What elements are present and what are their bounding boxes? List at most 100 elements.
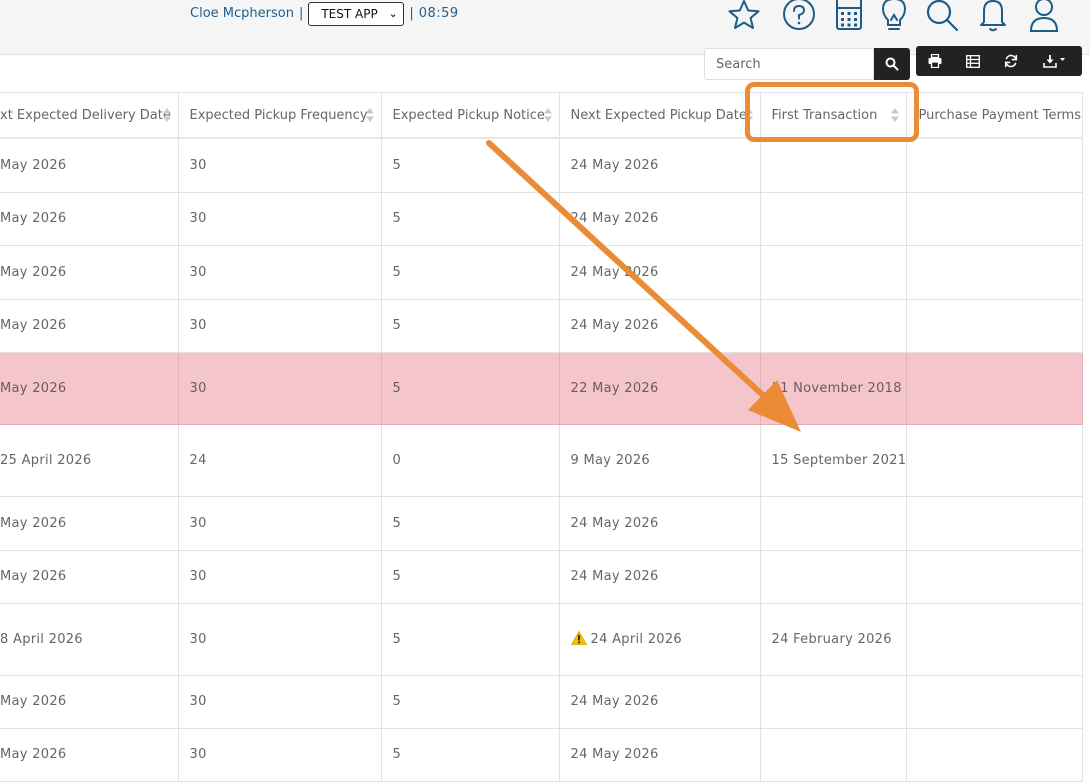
- user-icon[interactable]: [1025, 0, 1063, 34]
- cell-value: 30: [189, 157, 207, 173]
- table-cell: 5: [381, 496, 560, 551]
- table-cell: [760, 299, 907, 353]
- table-row[interactable]: May 2026 30 5 24 May 2026: [0, 245, 1083, 300]
- table-row[interactable]: May 2026 30 5 24 May 2026: [0, 299, 1083, 353]
- table-toolbar: [916, 46, 1082, 76]
- table-row[interactable]: May 2026 30 5 24 May 2026: [0, 192, 1083, 246]
- refresh-button[interactable]: [992, 46, 1030, 76]
- table-cell: 11 November 2018: [760, 352, 907, 425]
- table-cell: 22 May 2026: [559, 352, 761, 425]
- table-cell: [760, 675, 907, 729]
- cell-value: 30: [189, 694, 207, 709]
- cell-value: 22 May 2026: [570, 380, 659, 396]
- table-cell: [760, 138, 907, 193]
- table-cell: 24 May 2026: [559, 138, 761, 193]
- sort-icon: [543, 108, 552, 122]
- cell-value: May 2026: [0, 318, 67, 333]
- column-header[interactable]: Expected Pickup Notice: [381, 92, 560, 139]
- table-cell: 5: [381, 728, 560, 782]
- table-cell: May 2026: [0, 352, 179, 425]
- clock: 08:59: [418, 5, 459, 21]
- sort-icon: [890, 108, 899, 122]
- download-button[interactable]: [1030, 46, 1080, 76]
- cell-value: 11 November 2018: [771, 380, 902, 396]
- table-cell: 9 May 2026: [559, 424, 761, 497]
- cell-value: May 2026: [0, 694, 67, 709]
- cell-value: 30: [189, 515, 207, 531]
- table-cell: [760, 728, 907, 782]
- cell-value: 24 May 2026: [570, 747, 659, 762]
- table-cell: 30: [178, 138, 382, 193]
- cell-value: 5: [392, 747, 402, 762]
- table-cell: 5: [381, 138, 560, 193]
- cell-value: May 2026: [0, 515, 67, 531]
- table-cell: 5: [381, 192, 560, 246]
- table-cell: May 2026: [0, 675, 179, 729]
- column-header[interactable]: Next Expected Pickup Date: [559, 92, 761, 139]
- app-select-value: TEST APP: [321, 7, 378, 21]
- table-cell: [906, 245, 1083, 300]
- user-block: Cloe Mcpherson | TEST APP ⌄ | 08:59: [190, 0, 459, 26]
- cell-value: 9 May 2026: [570, 452, 650, 468]
- lightbulb-icon[interactable]: [875, 0, 913, 34]
- column-header[interactable]: First Transaction: [760, 92, 907, 139]
- table-cell: [906, 728, 1083, 782]
- table-cell: 5: [381, 675, 560, 729]
- cell-value: 24 May 2026: [570, 318, 659, 333]
- table-cell: [906, 675, 1083, 729]
- table-cell: 24 April 2026: [559, 603, 761, 676]
- sort-icon: [744, 108, 753, 122]
- search-input[interactable]: [704, 48, 874, 80]
- cell-value: 5: [392, 569, 402, 584]
- table-cell: 5: [381, 603, 560, 676]
- table-row[interactable]: May 2026 30 5 24 May 2026: [0, 138, 1083, 193]
- table-row[interactable]: May 2026 30 5 22 May 2026 11 November 2018: [0, 352, 1083, 425]
- table-row[interactable]: 8 April 2026 30 5 24 April 2026 24 February …: [0, 603, 1083, 676]
- table-row[interactable]: May 2026 30 5 24 May 2026: [0, 728, 1083, 782]
- table-cell: 0: [381, 424, 560, 497]
- table-cell: 24 May 2026: [559, 299, 761, 353]
- search-button[interactable]: [874, 48, 910, 80]
- table-cell: May 2026: [0, 550, 179, 604]
- cell-value: 30: [189, 318, 207, 333]
- column-header[interactable]: Expected Pickup Frequency: [178, 92, 382, 139]
- calculator-icon[interactable]: [830, 0, 868, 34]
- separator: |: [298, 5, 304, 21]
- table-cell: [760, 245, 907, 300]
- table-cell: 5: [381, 352, 560, 425]
- table-cell: [760, 496, 907, 551]
- cell-value: 30: [189, 631, 207, 647]
- cell-value: 25 April 2026: [0, 452, 92, 468]
- bell-icon[interactable]: [974, 0, 1012, 34]
- table-cell: [906, 299, 1083, 353]
- cell-value: 30: [189, 264, 207, 280]
- table-cell: [906, 496, 1083, 551]
- table-cell: [760, 192, 907, 246]
- cell-value: 30: [189, 211, 207, 226]
- cell-value: 5: [392, 264, 402, 280]
- table-cell: 30: [178, 496, 382, 551]
- cell-value: 5: [392, 318, 402, 333]
- column-header[interactable]: xt Expected Delivery Date: [0, 92, 179, 139]
- table-row[interactable]: 25 April 2026 24 0 9 May 2026 15 September 2…: [0, 424, 1083, 497]
- table-cell: 24 May 2026: [559, 550, 761, 604]
- cell-value: May 2026: [0, 569, 67, 584]
- print-button[interactable]: [916, 46, 954, 76]
- star-icon[interactable]: [725, 0, 763, 34]
- table-header-row: xt Expected Delivery Date Expected Pickup…: [0, 92, 1083, 139]
- user-name-link[interactable]: Cloe Mcpherson: [190, 6, 294, 21]
- table-row[interactable]: May 2026 30 5 24 May 2026: [0, 496, 1083, 551]
- search-icon: [885, 57, 899, 71]
- table-cell: 15 September 2021: [760, 424, 907, 497]
- columns-icon: [966, 54, 980, 68]
- app-select[interactable]: TEST APP ⌄: [308, 2, 405, 26]
- table-cell: 30: [178, 550, 382, 604]
- cell-value: 24: [189, 452, 207, 468]
- table-cell: 24 May 2026: [559, 245, 761, 300]
- help-icon[interactable]: [780, 0, 818, 34]
- search-icon[interactable]: [923, 0, 961, 34]
- table-row[interactable]: May 2026 30 5 24 May 2026: [0, 550, 1083, 604]
- columns-button[interactable]: [954, 46, 992, 76]
- column-header[interactable]: Purchase Payment Terms: [906, 92, 1083, 139]
- table-row[interactable]: May 2026 30 5 24 May 2026: [0, 675, 1083, 729]
